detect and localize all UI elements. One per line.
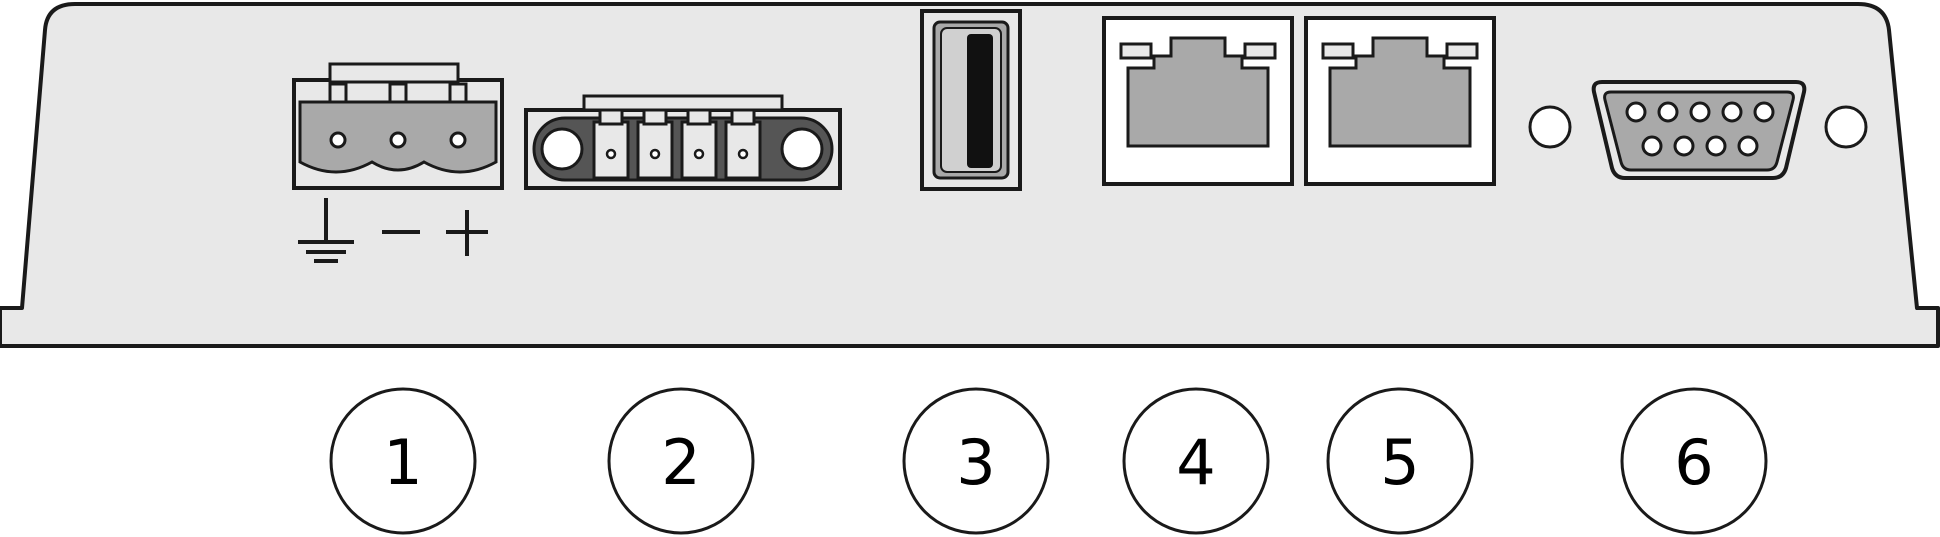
- callout-2: 2: [607, 387, 755, 535]
- four-pin-terminal: [524, 94, 842, 190]
- callout-number: 3: [956, 426, 995, 499]
- callout-number: 5: [1380, 426, 1419, 499]
- mounting-screw-left: [1528, 105, 1572, 149]
- mounting-screw-right: [1824, 105, 1868, 149]
- callout-number: 2: [661, 426, 700, 499]
- callout-1: 1: [329, 387, 477, 535]
- callout-number: 1: [383, 426, 422, 499]
- callout-3: 3: [902, 387, 1050, 535]
- callout-5: 5: [1326, 387, 1474, 535]
- usb-port: [920, 9, 1022, 191]
- power-terminal: [292, 62, 504, 190]
- callout-number: 4: [1176, 426, 1215, 499]
- callout-6: 6: [1620, 387, 1768, 535]
- callout-4: 4: [1122, 387, 1270, 535]
- ethernet-port-1: [1102, 16, 1294, 186]
- device-port-diagram: 1 2 3 4 5 6: [0, 2, 1940, 535]
- callout-number: 6: [1674, 426, 1713, 499]
- ethernet-port-2: [1304, 16, 1496, 186]
